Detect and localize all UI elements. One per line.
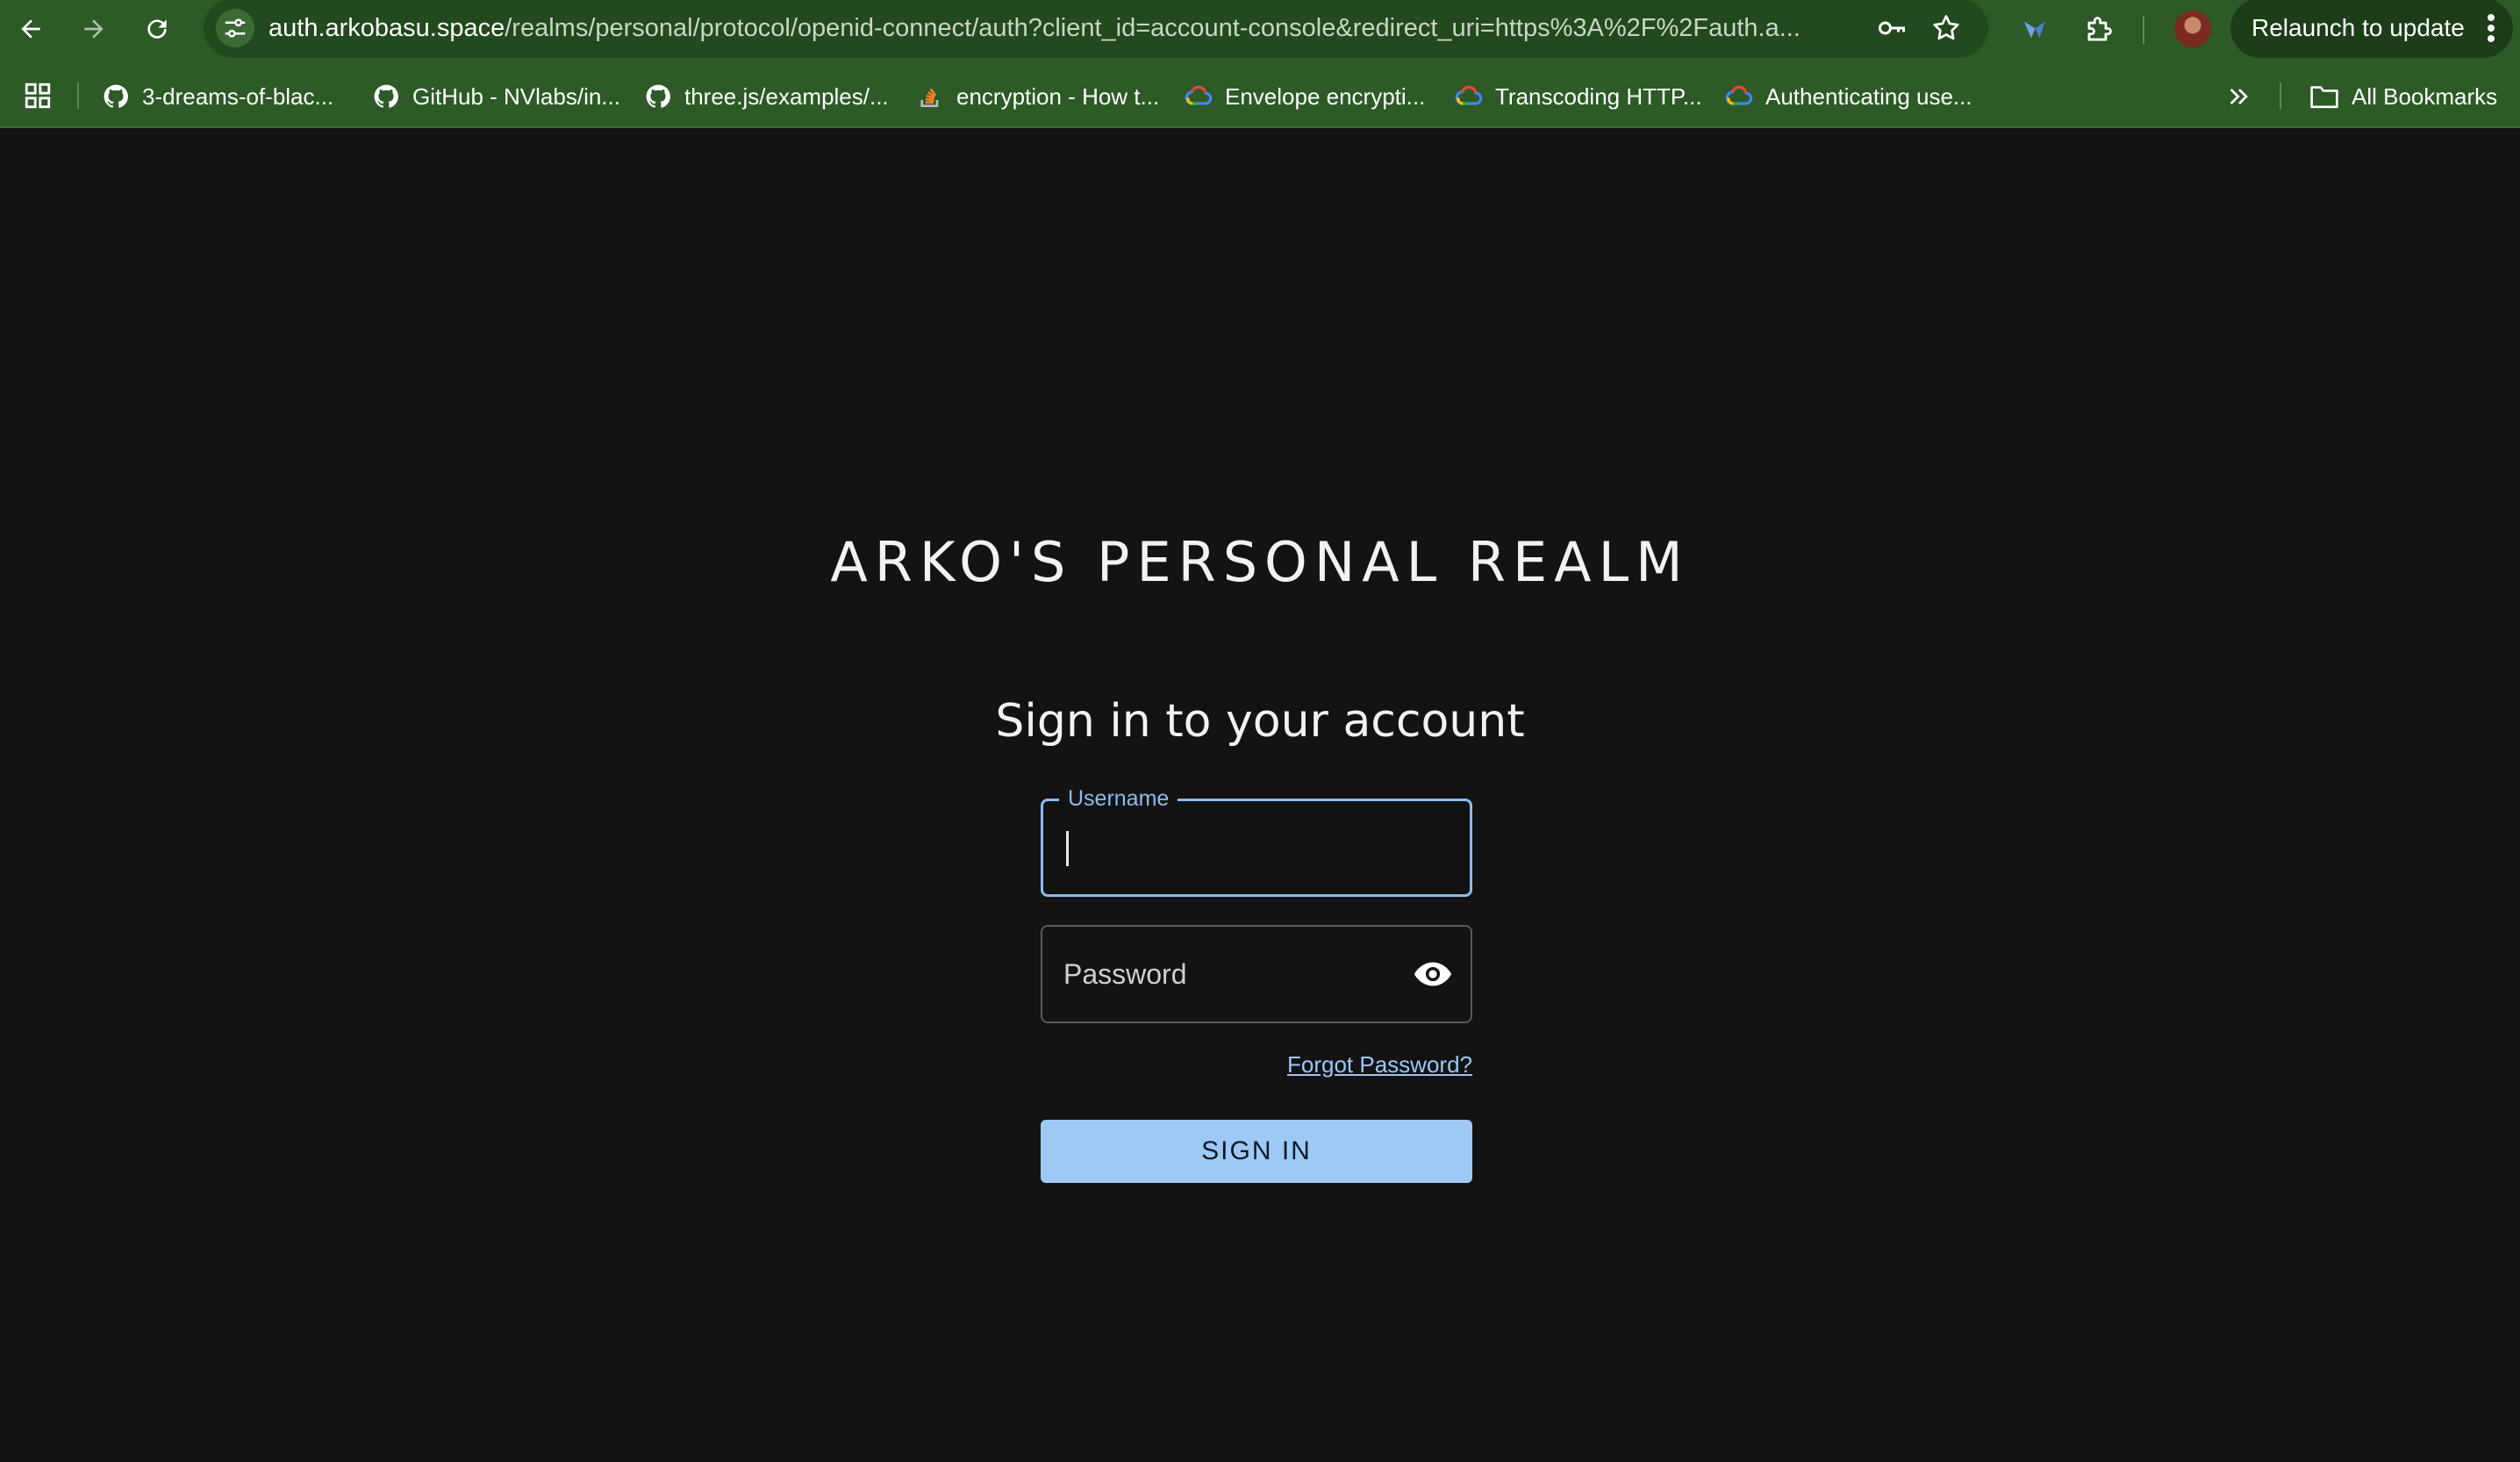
forward-button[interactable] bbox=[70, 5, 118, 53]
bookmark-label: Transcoding HTTP... bbox=[1495, 82, 1702, 110]
chevron-double-right-icon[interactable] bbox=[2225, 82, 2253, 111]
bookmark-item[interactable]: GitHub - NVlabs/in... bbox=[372, 77, 620, 116]
bookmark-item[interactable]: Envelope encrypti... bbox=[1185, 77, 1425, 116]
password-field[interactable] bbox=[1041, 925, 1472, 1023]
url-host: auth.arkobasu.space bbox=[268, 14, 505, 42]
url-path: /realms/personal/protocol/openid-connect… bbox=[505, 14, 1801, 42]
bookmark-item[interactable]: encryption - How t... bbox=[916, 77, 1159, 116]
folder-icon bbox=[2310, 86, 2338, 109]
password-input[interactable] bbox=[1063, 927, 1397, 1021]
reload-icon bbox=[147, 19, 167, 39]
username-field[interactable]: Username bbox=[1041, 785, 1472, 897]
github-icon bbox=[104, 84, 128, 108]
reload-button[interactable] bbox=[133, 5, 181, 53]
puzzle-icon[interactable] bbox=[2080, 11, 2118, 49]
bookmark-item[interactable]: Transcoding HTTP... bbox=[1455, 77, 1702, 116]
star-icon[interactable] bbox=[1929, 11, 1964, 46]
bookmark-label: three.js/examples/... bbox=[684, 82, 889, 110]
profile-avatar[interactable] bbox=[2174, 11, 2211, 47]
github-icon bbox=[646, 84, 670, 108]
bookmark-item[interactable]: three.js/examples/... bbox=[644, 77, 889, 116]
eye-icon[interactable] bbox=[1413, 957, 1453, 992]
url-text: auth.arkobasu.space/realms/personal/prot… bbox=[268, 11, 1918, 46]
more-vert-icon bbox=[2488, 14, 2495, 42]
sign-in-button[interactable]: SIGN IN bbox=[1041, 1120, 1472, 1183]
toolbar-divider bbox=[2143, 16, 2144, 44]
back-button[interactable] bbox=[7, 5, 54, 53]
realm-title: ARKO'S PERSONAL REALM bbox=[830, 530, 1690, 594]
bookmark-label: Authenticating use... bbox=[1765, 82, 1972, 110]
key-icon[interactable] bbox=[1874, 11, 1909, 46]
page-heading: Sign in to your account bbox=[995, 695, 1525, 748]
bookmarks-divider bbox=[77, 82, 79, 109]
stackoverflow-icon bbox=[920, 88, 939, 107]
bookmark-label: 3-dreams-of-blac... bbox=[142, 82, 334, 110]
apps-grid-icon[interactable] bbox=[23, 81, 53, 111]
relaunch-button[interactable]: Relaunch to update bbox=[2230, 0, 2513, 58]
forgot-password-link[interactable]: Forgot Password? bbox=[1287, 1051, 1472, 1079]
site-settings-icon[interactable] bbox=[216, 9, 254, 47]
bookmark-item[interactable]: 3-dreams-of-blac... bbox=[102, 77, 333, 116]
address-bar[interactable]: auth.arkobasu.space/realms/personal/prot… bbox=[204, 0, 1988, 58]
bookmarks-divider bbox=[2280, 82, 2281, 109]
bookmark-label: Envelope encrypti... bbox=[1225, 82, 1426, 110]
extension-icon[interactable] bbox=[2015, 11, 2053, 49]
google-cloud-icon bbox=[1455, 85, 1483, 105]
all-bookmarks-label: All Bookmarks bbox=[2352, 82, 2498, 110]
browser-toolbar: auth.arkobasu.space/realms/personal/prot… bbox=[0, 0, 2520, 58]
github-icon bbox=[374, 84, 398, 108]
relaunch-label: Relaunch to update bbox=[2252, 14, 2465, 41]
google-cloud-icon bbox=[1185, 85, 1213, 105]
bookmark-item[interactable]: Authenticating use... bbox=[1725, 77, 1972, 116]
bookmark-label: encryption - How t... bbox=[956, 82, 1160, 110]
arrow-right-icon bbox=[84, 19, 104, 39]
bookmark-label: GitHub - NVlabs/in... bbox=[412, 82, 620, 110]
arrow-left-icon bbox=[21, 19, 40, 39]
username-input[interactable] bbox=[1064, 801, 1398, 894]
google-cloud-icon bbox=[1725, 85, 1753, 105]
all-bookmarks-button[interactable]: All Bookmarks bbox=[2309, 77, 2497, 116]
